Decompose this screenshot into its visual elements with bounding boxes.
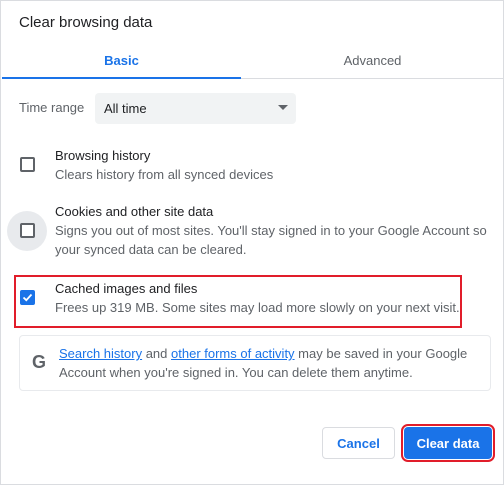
clear-browsing-data-dialog: Clear browsing data Basic Advanced Time … [0, 0, 504, 485]
cookies-checkbox[interactable] [20, 223, 35, 238]
info-box: G Search history and other forms of acti… [19, 335, 491, 391]
dialog-title: Clear browsing data [19, 14, 153, 31]
cookies-desc: Signs you out of most sites. You'll stay… [55, 223, 487, 257]
browsing-history-title: Browsing history [55, 148, 151, 163]
time-range-select[interactable]: All time [95, 93, 296, 124]
time-range-label: Time range [19, 100, 85, 115]
tab-basic[interactable]: Basic [2, 41, 241, 79]
browsing-history-checkbox[interactable] [20, 157, 35, 172]
cookies-title: Cookies and other site data [55, 204, 214, 219]
time-range-value: All time [104, 101, 147, 116]
info-text: Search history and other forms of activi… [59, 344, 484, 382]
other-activity-link[interactable]: other forms of activity [171, 346, 295, 361]
browsing-history-desc: Clears history from all synced devices [55, 167, 274, 182]
caret-down-icon [278, 105, 288, 110]
tab-bar: Basic Advanced [2, 41, 504, 79]
highlight-box [14, 275, 462, 328]
info-text-connector: and [142, 346, 172, 361]
clear-data-button[interactable]: Clear data [401, 424, 495, 462]
search-history-link[interactable]: Search history [59, 346, 142, 361]
cancel-button[interactable]: Cancel [322, 427, 395, 459]
tab-advanced[interactable]: Advanced [241, 41, 504, 79]
tab-active-indicator [2, 77, 241, 79]
google-g-icon: G [31, 352, 46, 372]
